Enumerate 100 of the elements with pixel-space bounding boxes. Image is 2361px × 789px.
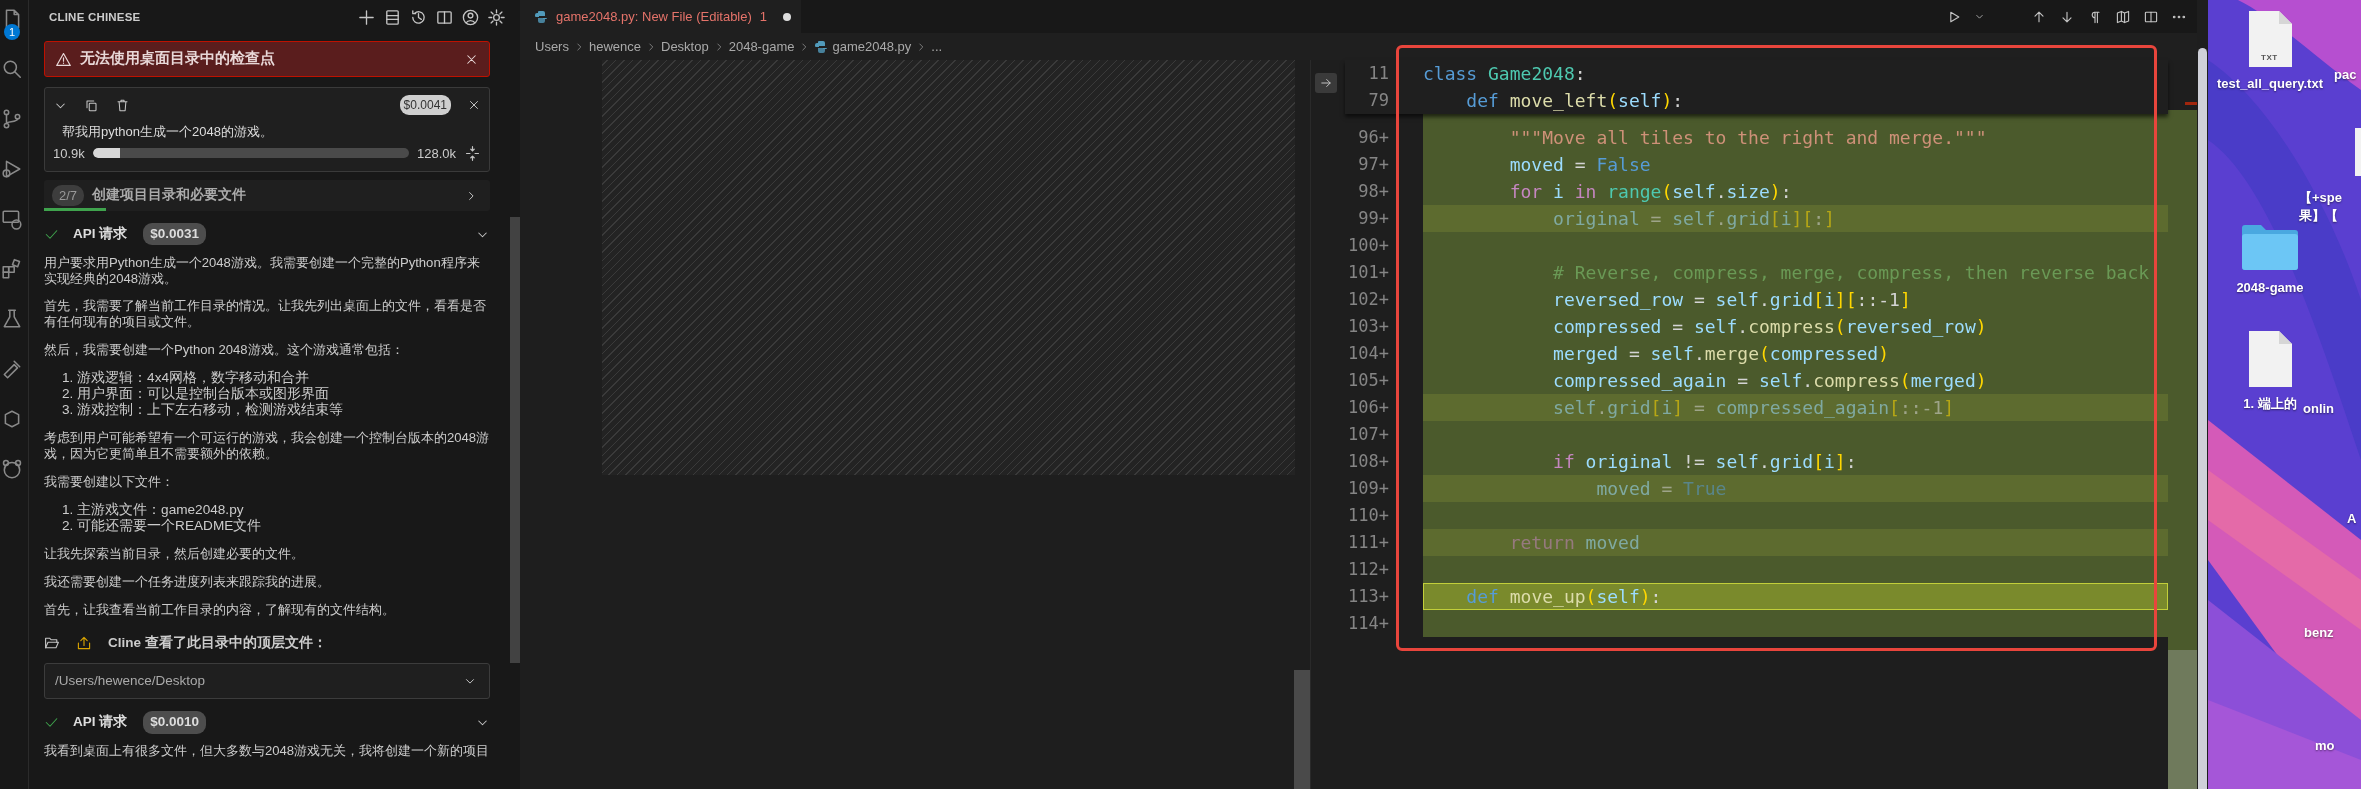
file-name[interactable]: onlin: [2303, 401, 2335, 417]
cost-badge: $0.0031: [143, 222, 207, 246]
panel-title: CLINE CHINESE: [49, 9, 141, 25]
file-name[interactable]: 【+spe: [2299, 190, 2342, 206]
search-icon[interactable]: [1, 58, 23, 80]
extensions-icon[interactable]: [1, 258, 23, 280]
code-line: # Reverse, compress, merge, compress, then reverse back: [1552, 262, 2150, 283]
file-name[interactable]: 1. 端上的: [2243, 394, 2297, 414]
file-name[interactable]: pac: [2334, 67, 2357, 83]
problem-count: 1: [759, 8, 768, 27]
arrow-right-icon: [1319, 76, 1333, 90]
line-number: 98+: [1357, 180, 1390, 203]
animal-icon[interactable]: [1, 458, 23, 480]
line-number: 105+: [1347, 369, 1390, 392]
code-line: return moved: [1508, 532, 1640, 553]
line-number: 112+: [1347, 558, 1390, 581]
message-text: 然后，我需要创建一个Python 2048游戏。这个游戏通常包括：: [44, 341, 405, 358]
line-number: 114+: [1347, 612, 1390, 635]
flask-icon[interactable]: [1, 308, 23, 330]
list-item: 2. 可能还需要一个README文件: [61, 517, 263, 535]
new-task-icon[interactable]: [357, 8, 376, 27]
line-number: 107+: [1347, 423, 1390, 446]
path-dropdown[interactable]: /Users/hewence/Desktop: [44, 663, 490, 700]
line-number: 110+: [1347, 504, 1390, 527]
token-count: 10.9k: [53, 144, 85, 163]
code-line: self.grid[i] = compressed_again[::-1]: [1552, 397, 1955, 418]
code-line: """Move all tiles to the right and merge.""": [1508, 127, 1987, 148]
message-text: 用户要求用Python生成一个2048游戏。我需要创建一个完整的Python程序来实现经典的2048游戏。: [44, 255, 481, 287]
source-control-icon[interactable]: [1, 108, 23, 130]
code-line: moved = True: [1595, 478, 1727, 499]
copy-icon[interactable]: [84, 97, 99, 113]
file-type-icon: [534, 10, 548, 24]
warning-icon: [55, 50, 72, 68]
file-name[interactable]: mo: [2315, 738, 2335, 754]
message-text: 我需要创建以下文件：: [44, 473, 175, 490]
upload-icon: [76, 635, 92, 652]
line-number: 102+: [1347, 288, 1390, 311]
message-text: 首先，我需要了解当前工作目录的情况。让我先列出桌面上的文件，看看是否有任何现有的项目或文件。: [44, 298, 487, 330]
todo-title: 创建项目目录和必要文件: [92, 186, 247, 205]
cost-badge: $0.0010: [143, 711, 207, 734]
line-number: 100+: [1347, 234, 1390, 257]
breadcrumb-item[interactable]: hewence: [588, 36, 641, 57]
breadcrumb-item[interactable]: Users: [535, 36, 569, 57]
list-item: 1. 主游戏文件：game2048.py: [61, 501, 245, 518]
history-icon[interactable]: [409, 8, 428, 27]
line-number: 11: [1367, 62, 1390, 85]
file-name[interactable]: benz: [2304, 625, 2334, 641]
account-icon[interactable]: [461, 8, 480, 27]
message-text: 我还需要创建一个任务进度列表来跟踪我的进展。: [44, 573, 331, 590]
file-name[interactable]: test_all_query.txt: [2217, 74, 2323, 94]
line-number: 109+: [1347, 477, 1390, 500]
close-icon[interactable]: [467, 98, 481, 112]
run-debug-icon[interactable]: [1, 158, 23, 180]
line-number: 108+: [1347, 450, 1390, 473]
line-number: 96+: [1357, 126, 1390, 149]
todo-bar[interactable]: 2/7 创建项目目录和必要文件: [44, 180, 490, 211]
tools-icon[interactable]: [1, 358, 23, 380]
message-text: 首先，让我查看当前工作目录的内容，了解现有的文件结构。: [44, 601, 396, 618]
editor-tab[interactable]: game2048.py: New File (Editable) 1: [520, 0, 802, 33]
columns-icon[interactable]: [435, 8, 454, 27]
code-line: for i in range(self.size):: [1508, 181, 1792, 202]
breadcrumb-item[interactable]: ...: [931, 36, 943, 57]
list-item: 1. 游戏逻辑：4x4网格，数字移动和合并: [61, 369, 311, 386]
breadcrumb-item[interactable]: game2048.py: [832, 36, 912, 57]
list-icon[interactable]: [383, 8, 402, 27]
line-number: 79: [1367, 89, 1390, 112]
file-name[interactable]: A: [2347, 511, 2357, 527]
revert-button[interactable]: [1315, 73, 1337, 93]
folder-icon[interactable]: [2240, 222, 2300, 272]
file-icon[interactable]: [2247, 10, 2293, 68]
cost-badge: $0.0041: [399, 95, 451, 115]
list-item: 2. 用户界面：可以是控制台版本或图形界面: [61, 385, 331, 402]
trash-icon[interactable]: [115, 97, 130, 113]
file-type-icon: [814, 39, 829, 54]
compress-icon[interactable]: [464, 144, 481, 162]
list-item: 3. 游戏控制：上下左右移动，检测游戏结束等: [61, 402, 345, 419]
remote-icon[interactable]: [1, 208, 23, 230]
code-line: moved = False: [1508, 154, 1651, 175]
settings-icon[interactable]: [487, 8, 506, 27]
line-number: 106+: [1347, 396, 1390, 419]
breadcrumb-item[interactable]: 2048-game: [728, 36, 795, 57]
message-text: 让我先探索当前目录，然后创建必要的文件。: [44, 546, 305, 562]
code-line: original = self.grid[i][:]: [1552, 208, 1835, 229]
code-line: merged = self.merge(compressed): [1552, 343, 1890, 364]
line-number: 101+: [1347, 261, 1390, 284]
map-icon[interactable]: [2115, 8, 2131, 25]
line-number: 103+: [1347, 315, 1390, 338]
progress-count: 2/7: [52, 184, 85, 207]
code-line: if original != self.grid[i]:: [1552, 451, 1857, 472]
file-name[interactable]: 2048-game: [2236, 278, 2304, 298]
line-number: 104+: [1347, 342, 1390, 365]
file-name[interactable]: 果】【: [2299, 208, 2338, 224]
file-icon[interactable]: [2247, 330, 2293, 388]
breadcrumb-item[interactable]: Desktop: [661, 36, 709, 57]
code-line: compressed_again = self.compress(merged): [1552, 370, 1987, 391]
code-line: reversed_row = self.grid[i][::-1]: [1552, 289, 1911, 310]
task-text: 帮我用python生成一个2048的游戏。: [62, 123, 274, 141]
request-title: API 请求: [73, 713, 128, 732]
line-number: 99+: [1357, 207, 1390, 230]
code-line: def move_up(self):: [1465, 586, 1662, 607]
